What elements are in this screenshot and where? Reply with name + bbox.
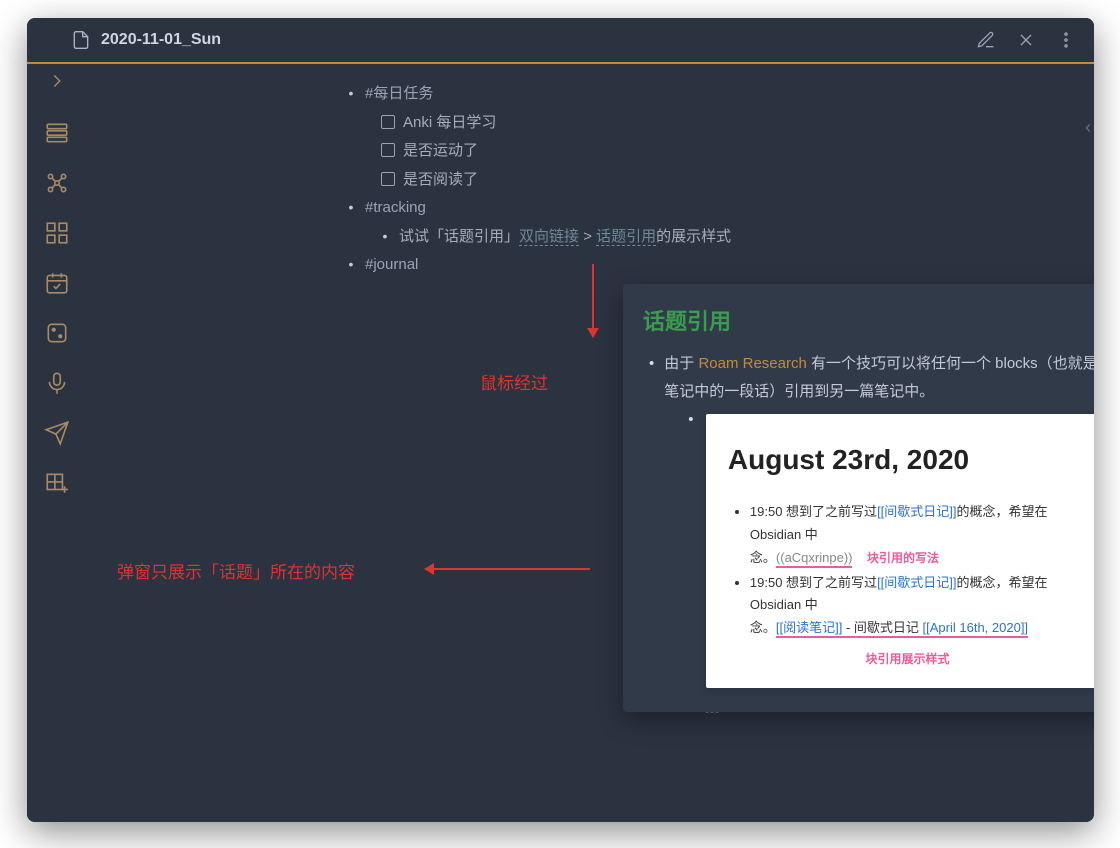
embed-link[interactable]: [[April 16th, 2020]]: [923, 620, 1029, 638]
checkbox[interactable]: [381, 115, 395, 129]
task-row: 是否运动了: [381, 137, 1074, 166]
bullet-daily-tasks: #每日任务: [347, 80, 1074, 109]
table-plus-icon[interactable]: [44, 470, 70, 496]
collapse-sidebar-icon[interactable]: [46, 70, 68, 92]
annotation-arrow-down: [592, 264, 594, 337]
popover-nested: August 23rd, 2020 19:50 想到了之前写过[[间歇式日记]]…: [688, 406, 1094, 688]
embed-link[interactable]: [[间歇式日记]]: [877, 575, 956, 590]
tracking-suffix: 的展示样式: [656, 228, 731, 245]
task-label: Anki 每日学习: [403, 114, 496, 131]
embed-link[interactable]: [[间歇式日记]]: [877, 504, 956, 519]
embed-card: August 23rd, 2020 19:50 想到了之前写过[[间歇式日记]]…: [706, 414, 1094, 688]
file-icon: [71, 30, 91, 50]
hover-preview-popover: 话题引用 由于 Roam Research 有一个技巧可以将任何一个 block…: [623, 284, 1094, 712]
popover-body-pre: 由于: [664, 355, 698, 372]
embed-row-1: 19:50 想到了之前写过[[间歇式日记]]的概念，希望在 Obsidian 中…: [750, 501, 1087, 569]
tag-daily[interactable]: #每日任务: [365, 80, 433, 109]
task-label: 是否阅读了: [403, 171, 478, 188]
tracking-prefix: 试试「话题引用」: [399, 228, 519, 245]
microphone-icon[interactable]: [44, 370, 70, 396]
popover-title: 话题引用: [643, 304, 1094, 336]
block-ref-code: ((aCqxrinpe)): [776, 550, 853, 568]
bullet-tracking: #tracking: [347, 194, 1074, 223]
embed-row-2: 19:50 想到了之前写过[[间歇式日记]]的概念，希望在 Obsidian 中…: [750, 572, 1087, 640]
tag-tracking[interactable]: #tracking: [365, 194, 426, 223]
popover-body-row: 由于 Roam Research 有一个技巧可以将任何一个 blocks（也就是…: [649, 350, 1094, 688]
embed-link[interactable]: [[阅读笔记]]: [776, 620, 842, 638]
body-area: #每日任务 Anki 每日学习 是否运动了 是否阅读了 #tracking 试试…: [27, 64, 1094, 822]
annotation-block-ref-display: 块引用展示样式: [728, 648, 1087, 670]
close-icon[interactable]: [1016, 30, 1036, 50]
tracking-sep: >: [579, 228, 596, 245]
bullet-journal: #journal: [347, 251, 1074, 280]
graph-icon[interactable]: [44, 170, 70, 196]
editor-pane[interactable]: #每日任务 Anki 每日学习 是否运动了 是否阅读了 #tracking 试试…: [87, 64, 1094, 822]
embed-list: 19:50 想到了之前写过[[间歇式日记]]的概念，希望在 Obsidian 中…: [728, 501, 1087, 640]
document-title: 2020-11-01_Sun: [101, 31, 976, 49]
annotation-arrow-left: [425, 568, 590, 570]
embed-title: August 23rd, 2020: [728, 434, 1087, 486]
more-vertical-icon[interactable]: [1056, 30, 1076, 50]
title-actions: [976, 30, 1076, 50]
title-bar: 2020-11-01_Sun: [27, 18, 1094, 62]
task-label: 是否运动了: [403, 142, 478, 159]
task-row: 是否阅读了: [381, 166, 1074, 195]
calendar-check-icon[interactable]: [44, 270, 70, 296]
grid-icon[interactable]: [44, 220, 70, 246]
tag-journal[interactable]: #journal: [365, 251, 418, 280]
note-content: #每日任务 Anki 每日学习 是否运动了 是否阅读了 #tracking 试试…: [347, 80, 1074, 280]
popover-body-link[interactable]: Roam Research: [698, 355, 806, 372]
dice-icon[interactable]: [44, 320, 70, 346]
database-icon[interactable]: [44, 120, 70, 146]
expand-right-panel-icon[interactable]: [1081, 114, 1094, 142]
annotation-popup-label: 弹窗只展示「话题」所在的内容: [117, 558, 355, 583]
embed-time: 19:50: [750, 504, 783, 519]
checkbox[interactable]: [381, 143, 395, 157]
annotation-block-ref-syntax: 块引用的写法: [867, 551, 939, 565]
popover-list: 由于 Roam Research 有一个技巧可以将任何一个 blocks（也就是…: [643, 350, 1094, 688]
tracking-line: 试试「话题引用」双向链接 > 话题引用的展示样式: [381, 223, 1074, 252]
checkbox[interactable]: [381, 172, 395, 186]
task-row: Anki 每日学习: [381, 109, 1074, 138]
annotation-hover-label: 鼠标经过: [480, 369, 548, 394]
embed-time: 19:50: [750, 575, 783, 590]
link-bidirectional[interactable]: 双向链接: [519, 228, 579, 246]
app-window: 2020-11-01_Sun #每日任务 Anki 每日学习 是否运动了 是否阅: [27, 18, 1094, 822]
left-rail: [27, 64, 87, 822]
link-topic-quote[interactable]: 话题引用: [596, 228, 656, 246]
edit-icon[interactable]: [976, 30, 996, 50]
send-icon[interactable]: [44, 420, 70, 446]
